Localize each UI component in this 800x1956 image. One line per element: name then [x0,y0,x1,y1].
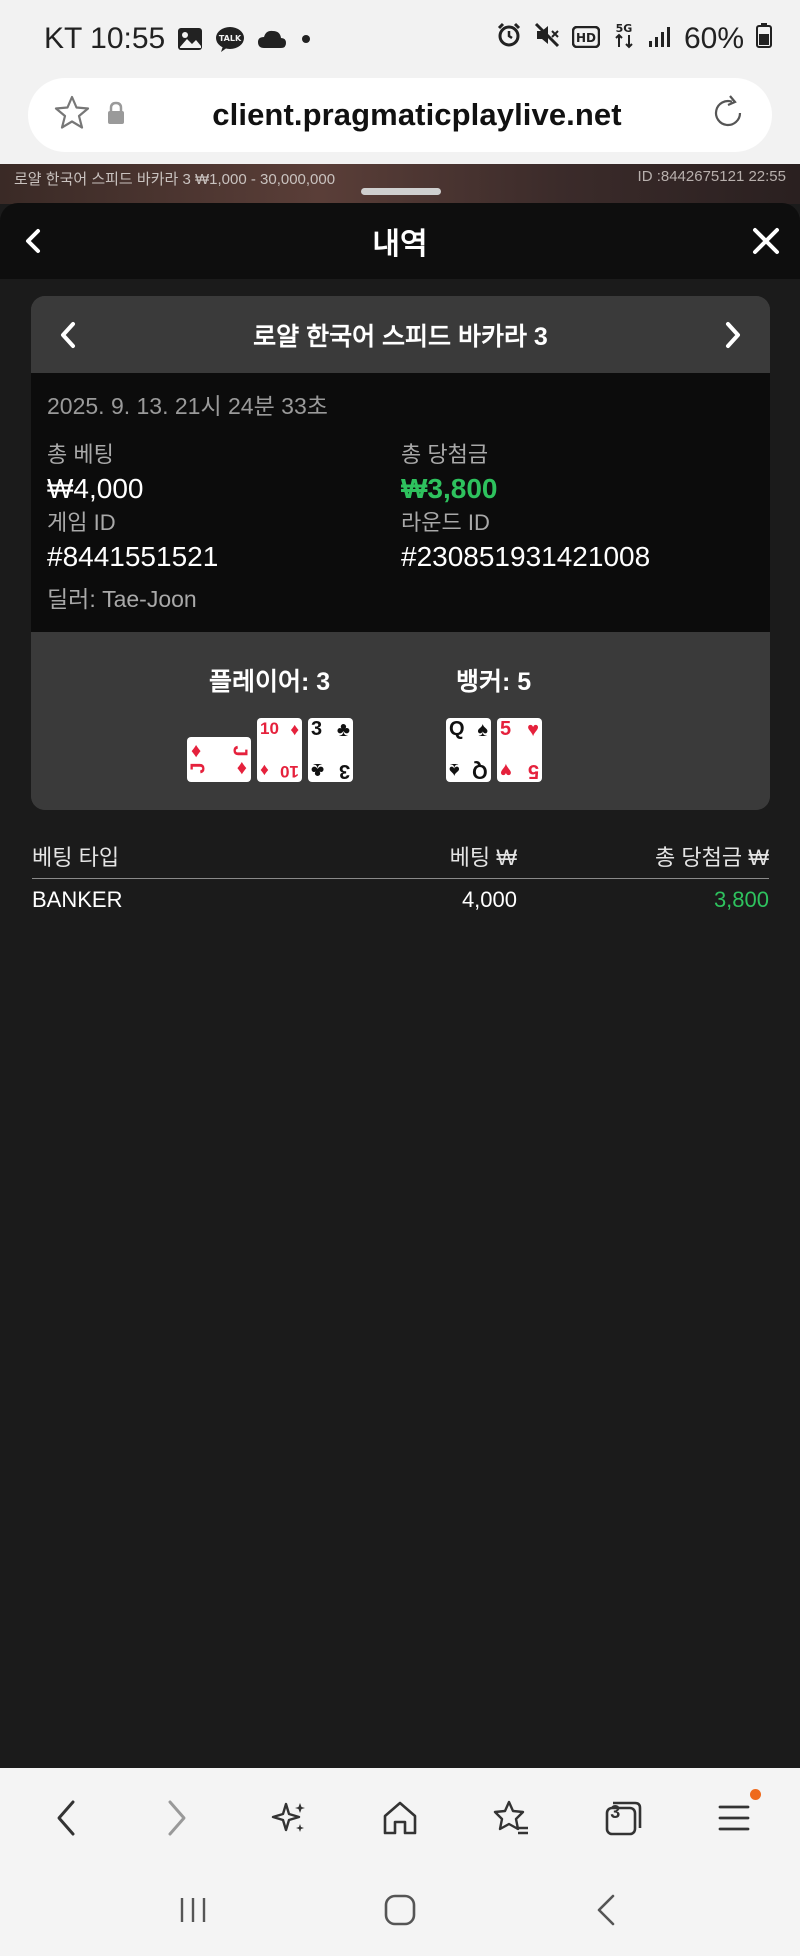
mute-icon [534,22,560,56]
alarm-icon [496,22,522,56]
table-limits-text: 로얄 한국어 스피드 바카라 3 ₩1,000 - 30,000,000 [14,171,336,188]
battery-icon [756,22,772,56]
player-score-label: 플레이어: 3 [209,668,331,696]
card-rank: 5 [500,718,512,740]
bet-table: 베팅 타입 베팅 ₩ 총 당첨금 ₩ BANKER 4,000 3,800 [32,840,769,913]
svg-text:TALK: TALK [219,34,242,43]
carrier-time: KT 10:55 [44,22,166,55]
card-rank-bottom: Q [472,760,488,782]
playing-card: 10 ♦ 10 ♦ [257,718,302,782]
card-rank-bottom: 5 [527,760,539,782]
url-text[interactable]: client.pragmaticplaylive.net [126,97,708,133]
card-rank: 10 [260,719,279,738]
lock-icon[interactable] [106,101,126,130]
game-id-value: #8441551521 [47,541,219,572]
sheet-title: 내역 [372,228,428,261]
win-amount-cell: 3,800 [713,887,769,912]
hd-voice-icon: HD [571,22,601,56]
header-bet-type: 베팅 타입 [32,845,120,870]
card-rank-bottom: 10 [280,762,299,781]
close-icon[interactable] [746,221,786,266]
bookmark-star-icon[interactable] [52,93,92,138]
round-id-value: #230851931421008 [401,541,651,572]
address-bar[interactable]: client.pragmaticplaylive.net [28,78,772,152]
bet-amount-cell: 4,000 [461,887,517,912]
reload-icon[interactable] [708,93,748,138]
playing-card: 5 ♥ 5 ♥ [497,718,542,782]
game-title: 로얄 한국어 스피드 바카라 3 [253,322,548,351]
browser-forward-icon[interactable] [142,1783,212,1853]
next-round-chevron-icon[interactable] [720,318,746,357]
card-suit: ♥ [527,719,539,741]
card-rank-bottom: J [187,762,210,774]
playing-card: J ♦ J ♦ [187,737,251,782]
card-suit: ♣ [336,719,350,741]
card-suit: ♦ [290,720,299,739]
home-button-icon[interactable] [380,1890,420,1935]
session-id-text: ID :8442675121 22:55 [637,168,786,185]
system-nav-bar [0,1868,800,1956]
system-back-icon[interactable] [587,1890,627,1935]
total-win-label: 총 당첨금 [401,442,489,467]
header-bet-amount: 베팅 ₩ [449,845,517,870]
5g-icon: 5G [612,21,636,57]
round-datetime: 2025. 9. 13. 21시 24분 33초 [47,393,328,419]
banker-cards: Q ♠ Q ♠ 5 ♥ 5 ♥ [446,718,542,782]
dealer-name: 딜러: Tae-Joon [47,586,197,612]
card-suit-bottom: ♦ [260,761,269,780]
browser-toolbar: 3 [0,1768,800,1868]
total-bet-label: 총 베팅 [47,442,114,467]
bet-table-header: 베팅 타입 베팅 ₩ 총 당첨금 ₩ [32,840,769,879]
card-suit-bottom: ♦ [236,757,247,779]
bookmarks-icon[interactable] [476,1783,546,1853]
kakaotalk-icon: TALK [215,26,245,52]
card-rank: 3 [311,718,323,740]
round-id-label: 라운드 ID [401,510,490,535]
sheet-drag-handle[interactable] [361,188,441,195]
card-suit-bottom: ♠ [449,759,460,781]
browser-address-area: client.pragmaticplaylive.net [0,78,800,164]
status-bar: KT 10:55 TALK HD 5G 60% [0,0,800,78]
round-result: 플레이어: 3 뱅커: 5 J ♦ J ♦ 10 ♦ 10 ♦ 3 ♣ 3 ♣ [31,632,770,810]
banker-score-label: 뱅커: 5 [456,668,532,696]
more-notifications-dot-icon [299,32,313,46]
total-bet-value: ₩4,000 [47,473,144,504]
table-row: BANKER 4,000 3,800 [32,879,769,913]
card-suit: ♠ [477,719,488,741]
recent-apps-icon[interactable] [173,1890,213,1935]
live-video-background: 로얄 한국어 스피드 바카라 3 ₩1,000 - 30,000,000 ID … [0,164,800,204]
card-suit: ♦ [191,740,202,762]
tabs-icon[interactable]: 3 [588,1783,658,1853]
card-suit-bottom: ♣ [311,759,325,781]
playing-card: Q ♠ Q ♠ [446,718,491,782]
card-rank: Q [449,718,465,740]
total-win-value: ₩3,800 [401,473,498,504]
card-suit-bottom: ♥ [500,759,512,781]
svg-text:5G: 5G [616,22,633,35]
game-history-card: 로얄 한국어 스피드 바카라 3 2025. 9. 13. 21시 24분 33… [31,296,770,810]
playing-card: 3 ♣ 3 ♣ [308,718,353,782]
header-total-win: 총 당첨금 ₩ [655,845,769,870]
game-id-label: 게임 ID [47,510,116,535]
tab-count: 3 [610,1802,621,1822]
back-chevron-icon[interactable] [20,223,46,264]
gallery-icon [177,27,203,51]
round-info: 2025. 9. 13. 21시 24분 33초 총 베팅 ₩4,000 총 당… [31,373,770,632]
card-rank-bottom: 3 [338,760,350,782]
cloud-icon [257,29,287,49]
svg-text:HD: HD [576,31,596,45]
menu-icon[interactable] [699,1783,769,1853]
previous-round-chevron-icon[interactable] [55,318,81,357]
home-icon[interactable] [365,1783,435,1853]
history-sheet-header: 내역 [0,203,800,279]
battery-percent: 60% [683,22,744,55]
ai-sparkle-icon[interactable] [254,1783,324,1853]
signal-icon [648,22,672,56]
bet-type-cell: BANKER [32,887,123,912]
notification-dot [750,1789,762,1800]
browser-back-icon[interactable] [31,1783,101,1853]
card-header: 로얄 한국어 스피드 바카라 3 [31,296,770,373]
player-cards: J ♦ J ♦ 10 ♦ 10 ♦ 3 ♣ 3 ♣ [187,718,353,782]
card-rank: J [228,745,251,757]
